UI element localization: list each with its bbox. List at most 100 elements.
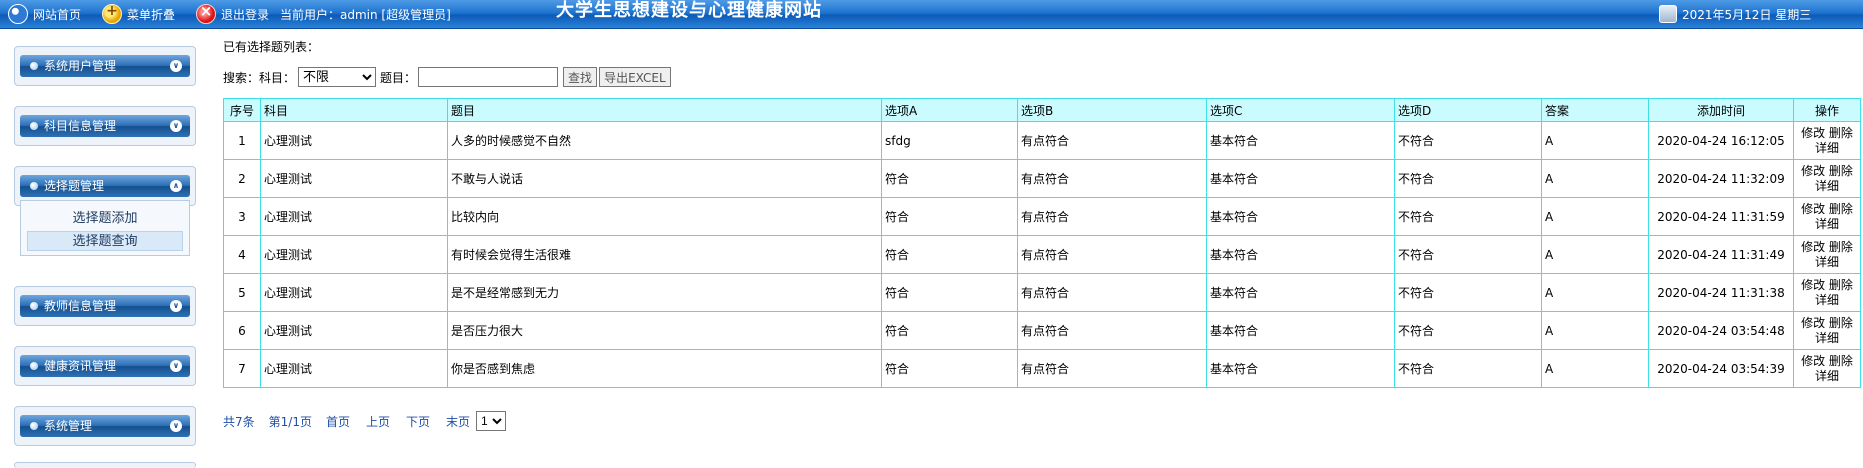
delete-link[interactable]: 删除 — [1829, 354, 1853, 368]
menu-system[interactable]: 系统管理 ∨ — [14, 406, 196, 446]
total-count: 共7条 — [223, 414, 255, 429]
cell-subject: 心理测试 — [260, 121, 448, 160]
cell-option-d: 不符合 — [1394, 349, 1542, 388]
detail-link[interactable]: 详细 — [1815, 141, 1839, 155]
col-header: 题目 — [447, 98, 882, 122]
chevron-down-icon[interactable]: ∨ — [170, 360, 182, 372]
cell-answer: A — [1541, 311, 1649, 350]
find-button[interactable]: 查找 — [563, 67, 598, 87]
cell-answer: A — [1541, 273, 1649, 312]
cell-ops: 修改 删除 详细 — [1793, 235, 1861, 274]
col-header: 添加时间 — [1648, 98, 1794, 122]
last-page-link[interactable]: 末页 — [446, 413, 470, 430]
detail-link[interactable]: 详细 — [1815, 369, 1839, 383]
question-search-input[interactable] — [418, 67, 559, 87]
edit-link[interactable]: 修改 — [1801, 316, 1825, 330]
cell-subject: 心理测试 — [260, 159, 448, 198]
cell-option-d: 不符合 — [1394, 159, 1542, 198]
edit-link[interactable]: 修改 — [1801, 164, 1825, 178]
question-label: 题目： — [380, 70, 417, 85]
detail-link[interactable]: 详细 — [1815, 179, 1839, 193]
menu-system-bar: 系统管理 ∨ — [20, 415, 190, 437]
submenu-query-question[interactable]: 选择题查询 — [27, 231, 183, 251]
menu-label: 科目信息管理 — [44, 119, 117, 133]
export-excel-button[interactable]: 导出EXCEL — [599, 67, 671, 87]
edit-link[interactable]: 修改 — [1801, 278, 1825, 292]
search-prefix: 搜索： — [223, 70, 260, 85]
cell-option-c: 基本符合 — [1206, 273, 1395, 312]
prev-page-link[interactable]: 上页 — [366, 413, 390, 430]
col-header: 答案 — [1541, 98, 1649, 122]
subject-label: 科目： — [259, 70, 296, 85]
menu-label: 系统用户管理 — [44, 59, 117, 73]
next-page-link[interactable]: 下页 — [406, 413, 430, 430]
home-link[interactable]: 网站首页 — [8, 0, 81, 28]
detail-link[interactable]: 详细 — [1815, 217, 1839, 231]
delete-link[interactable]: 删除 — [1829, 164, 1853, 178]
cell-index: 4 — [223, 235, 261, 274]
cell-option-b: 有点符合 — [1017, 273, 1207, 312]
cell-ops: 修改 删除 详细 — [1793, 159, 1861, 198]
cell-option-b: 有点符合 — [1017, 349, 1207, 388]
first-page-link[interactable]: 首页 — [326, 413, 350, 430]
cell-option-b: 有点符合 — [1017, 197, 1207, 236]
detail-link[interactable]: 详细 — [1815, 331, 1839, 345]
fold-menu-icon — [102, 3, 122, 24]
page-select[interactable]: 1 — [476, 411, 507, 431]
bullet-icon — [30, 182, 38, 190]
table-row: 7 心理测试 你是否感到焦虑 符合 有点符合 基本符合 不符合 A 2020-0… — [223, 349, 1861, 388]
bullet-icon — [30, 362, 38, 370]
delete-link[interactable]: 删除 — [1829, 278, 1853, 292]
chevron-down-icon[interactable]: ∨ — [170, 60, 182, 72]
col-header: 选项D — [1394, 98, 1542, 122]
logout-label: 退出登录 — [221, 7, 270, 22]
cell-time: 2020-04-24 11:31:49 — [1648, 235, 1794, 274]
delete-link[interactable]: 删除 — [1829, 202, 1853, 216]
cell-option-d: 不符合 — [1394, 235, 1542, 274]
cell-question: 是不是经常感到无力 — [447, 273, 882, 312]
list-title: 已有选择题列表： — [223, 40, 320, 54]
fold-menu-label: 菜单折叠 — [127, 7, 176, 22]
cell-index: 5 — [223, 273, 261, 312]
fold-menu-link[interactable]: 菜单折叠 — [102, 0, 175, 28]
edit-link[interactable]: 修改 — [1801, 240, 1825, 254]
cell-index: 2 — [223, 159, 261, 198]
cell-answer: A — [1541, 235, 1649, 274]
cell-option-d: 不符合 — [1394, 311, 1542, 350]
cell-answer: A — [1541, 121, 1649, 160]
chevron-down-icon[interactable]: ∨ — [170, 420, 182, 432]
cell-question: 人多的时候感觉不自然 — [447, 121, 882, 160]
delete-link[interactable]: 删除 — [1829, 316, 1853, 330]
cell-answer: A — [1541, 349, 1649, 388]
current-user: 当前用户：admin [超级管理员] — [280, 7, 451, 22]
edit-link[interactable]: 修改 — [1801, 126, 1825, 140]
table-row: 5 心理测试 是不是经常感到无力 符合 有点符合 基本符合 不符合 A 2020… — [223, 273, 1861, 312]
delete-link[interactable]: 删除 — [1829, 240, 1853, 254]
cell-time: 2020-04-24 11:31:38 — [1648, 273, 1794, 312]
subject-select[interactable]: 不限 — [298, 67, 377, 87]
cell-option-a: 符合 — [881, 349, 1018, 388]
clock-icon — [1659, 5, 1677, 23]
menu-health-news[interactable]: 健康资讯管理 ∨ — [14, 346, 196, 386]
menu-teachers[interactable]: 教师信息管理 ∨ — [14, 286, 196, 326]
home-link-label: 网站首页 — [33, 7, 82, 22]
edit-link[interactable]: 修改 — [1801, 354, 1825, 368]
bullet-icon — [30, 62, 38, 70]
bullet-icon — [30, 302, 38, 310]
cell-time: 2020-04-24 03:54:48 — [1648, 311, 1794, 350]
chevron-down-icon[interactable]: ∨ — [170, 120, 182, 132]
menu-subjects[interactable]: 科目信息管理 ∨ — [14, 106, 196, 146]
chevron-up-icon[interactable]: ∧ — [170, 180, 182, 192]
edit-link[interactable]: 修改 — [1801, 202, 1825, 216]
menu-system-users[interactable]: 系统用户管理 ∨ — [14, 46, 196, 86]
col-header: 序号 — [223, 98, 261, 122]
logout-link[interactable]: 退出登录 — [196, 0, 269, 28]
detail-link[interactable]: 详细 — [1815, 293, 1839, 307]
date-text: 2021年5月12日 星期三 — [1682, 7, 1812, 22]
chevron-down-icon[interactable]: ∨ — [170, 300, 182, 312]
delete-link[interactable]: 删除 — [1829, 126, 1853, 140]
detail-link[interactable]: 详细 — [1815, 255, 1839, 269]
submenu-add-question[interactable]: 选择题添加 — [27, 209, 183, 229]
menu-questions-bar: 选择题管理 ∧ — [20, 175, 190, 197]
top-bar: 网站首页 菜单折叠 退出登录 当前用户：admin [超级管理员] 大学生思想建… — [0, 0, 1863, 29]
